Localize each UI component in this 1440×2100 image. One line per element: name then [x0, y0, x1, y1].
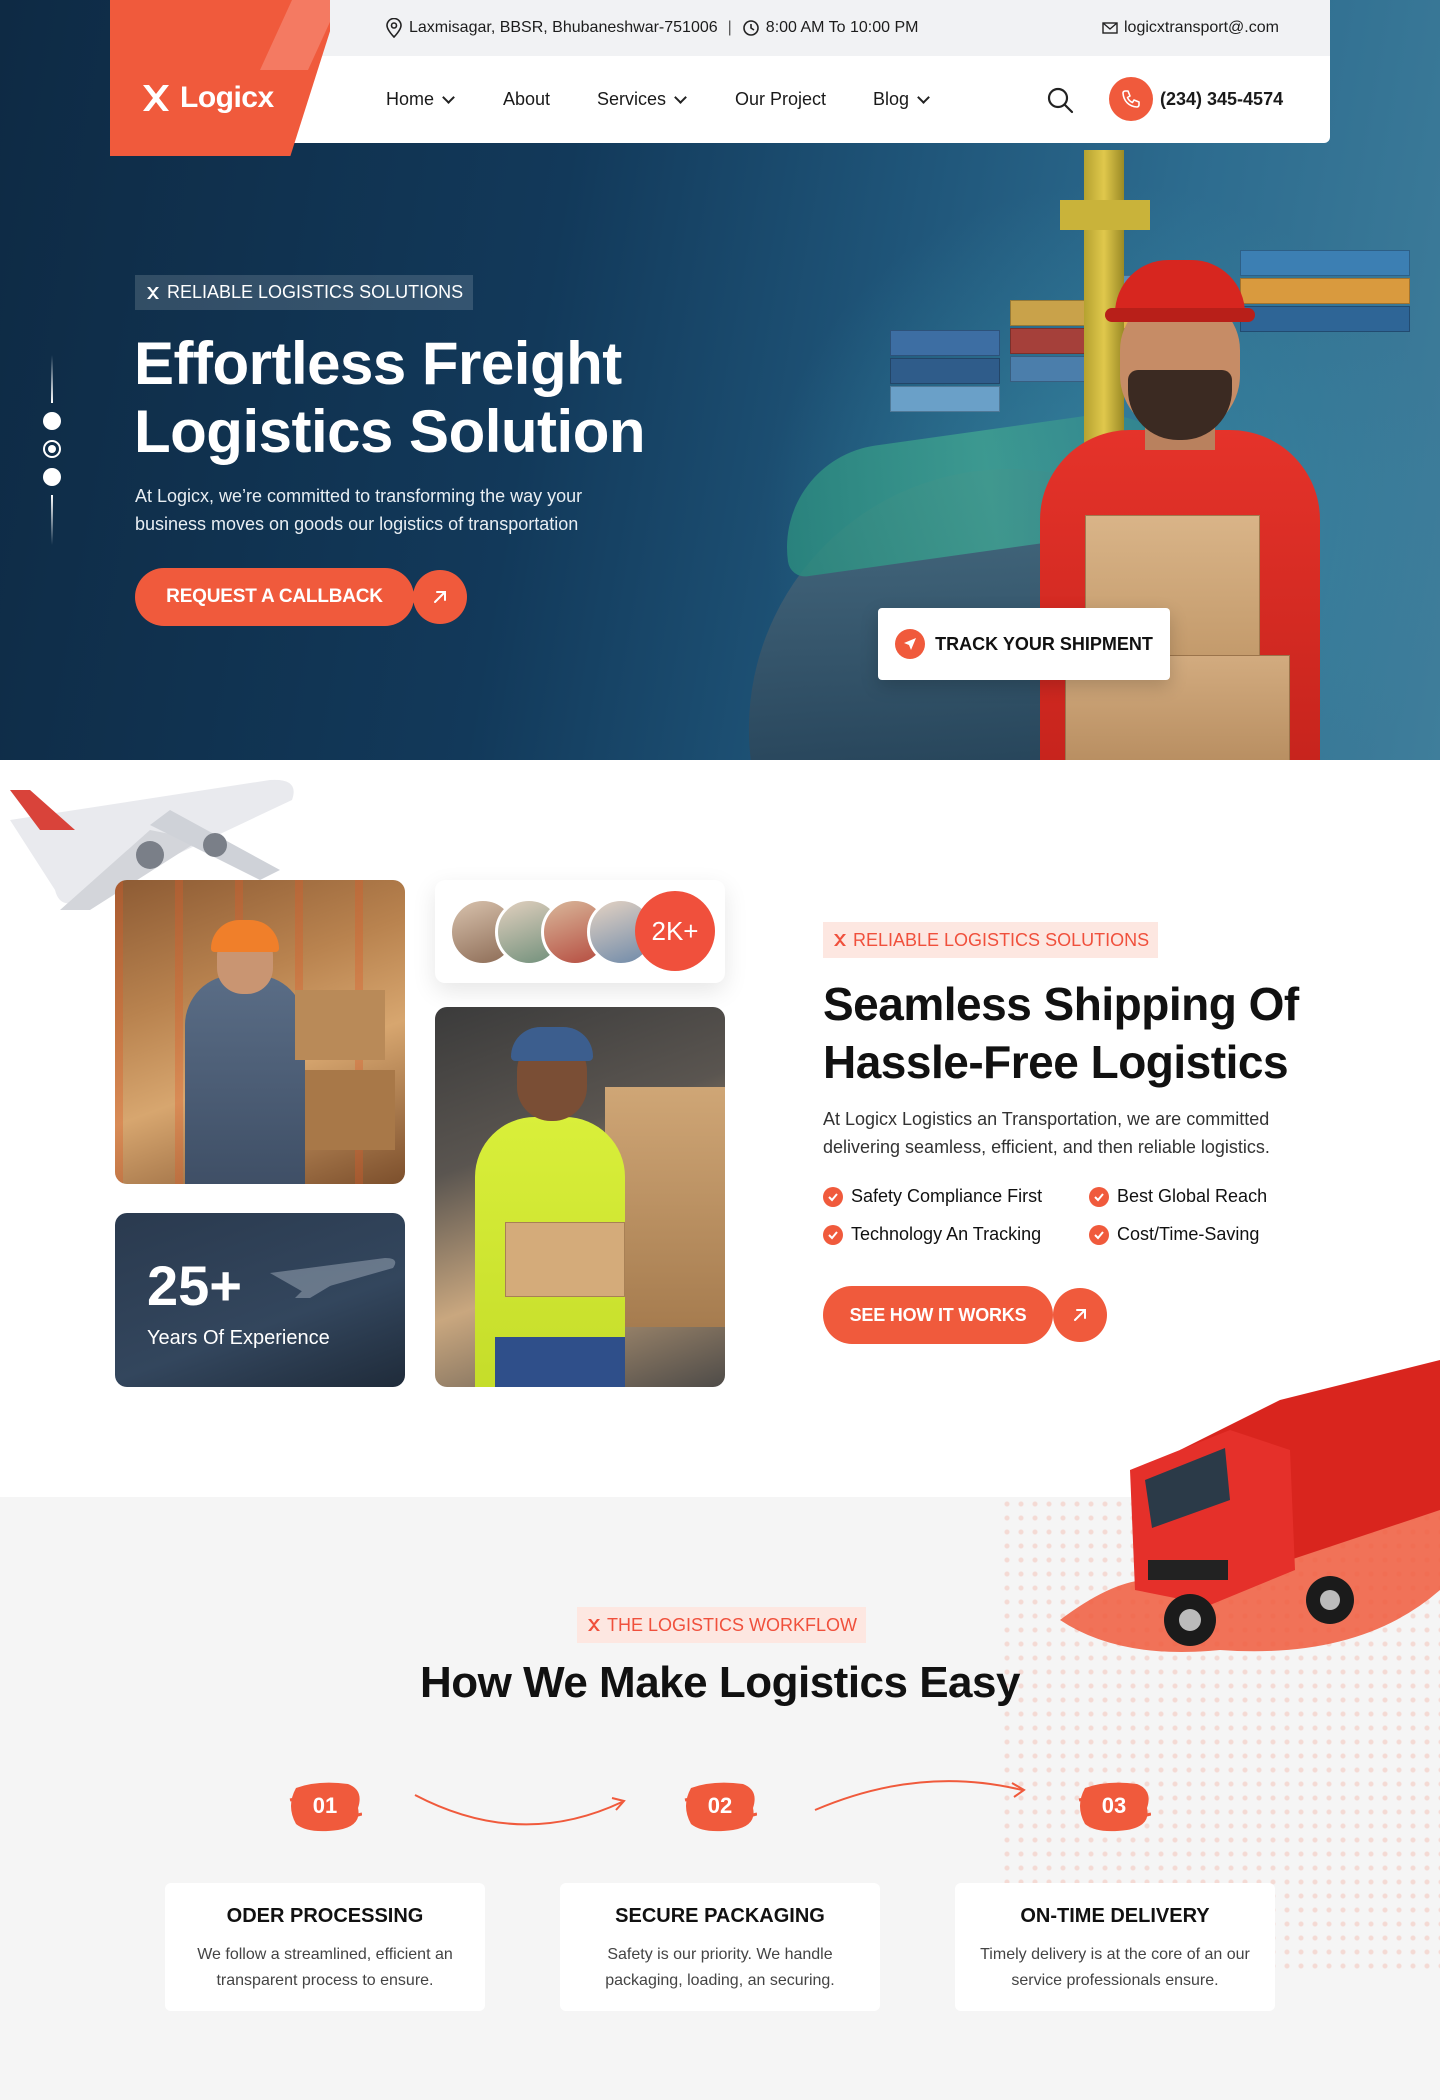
brand-logo[interactable]: Logicx	[140, 78, 274, 118]
nav-services-label: Services	[597, 89, 667, 109]
check-icon	[823, 1224, 843, 1245]
nav-home[interactable]: Home	[386, 56, 455, 143]
experience-label: Years Of Experience	[147, 1327, 330, 1349]
nav-our-project[interactable]: Our Project	[735, 56, 826, 143]
slider-pagination	[40, 355, 64, 545]
chevron-down-icon	[442, 90, 455, 104]
step-title: ODER PROCESSING	[226, 1905, 424, 1927]
track-shipment-button[interactable]: TRACK YOUR SHIPMENT	[878, 608, 1170, 680]
about-title-line-2: Hassle-Free Logistics	[823, 1036, 1289, 1088]
hours-text: 8:00 AM To 10:00 PM	[765, 19, 919, 36]
about-title: Seamless Shipping Of Hassle-Free Logisti…	[823, 975, 1343, 1091]
arrow-up-right-icon	[1070, 1305, 1090, 1325]
workflow-title: How We Make Logistics Easy	[420, 1658, 1020, 1707]
nav-home-label: Home	[386, 89, 435, 109]
workflow-tag-label: THE LOGISTICS WORKFLOW	[607, 1614, 858, 1635]
feature-item: Cost/Time-Saving	[1089, 1224, 1259, 1245]
location-pin-icon	[385, 18, 403, 38]
hero-title: Effortless Freight Logistics Solution	[134, 330, 754, 466]
hero-tag: RELIABLE LOGISTICS SOLUTIONS	[135, 275, 474, 310]
about-title-line-1: Seamless Shipping Of	[823, 978, 1299, 1030]
logo-mark-icon	[145, 285, 161, 301]
customers-count: 2K+	[635, 891, 715, 971]
hero-title-line-2: Logistics Solution	[134, 398, 646, 465]
slider-dot-3[interactable]	[43, 468, 61, 486]
clock-icon	[742, 19, 760, 37]
nav-blog[interactable]: Blog	[873, 56, 930, 143]
search-icon[interactable]	[1046, 86, 1074, 114]
step-number: 03	[1101, 1793, 1127, 1818]
step-description: Timely delivery is at the core of an our…	[980, 1946, 1250, 1989]
feature-label: Cost/Time-Saving	[1117, 1224, 1260, 1244]
see-how-it-works-button[interactable]: SEE HOW IT WORKS	[823, 1286, 1053, 1344]
step-description: We follow a streamlined, efficient an tr…	[197, 1946, 453, 1989]
hero-description: At Logicx, we’re committed to transformi…	[135, 486, 583, 534]
feature-item: Technology An Tracking	[823, 1224, 1041, 1245]
feature-label: Safety Compliance First	[851, 1186, 1043, 1206]
step-description: Safety is our priority. We handle packag…	[605, 1946, 835, 1989]
nav-blog-label: Blog	[873, 89, 910, 109]
logo-mark-icon	[140, 82, 172, 114]
check-icon	[1089, 1224, 1109, 1245]
customers-card: 2K+	[435, 880, 725, 983]
brand-name: Logicx	[180, 81, 274, 114]
email-info[interactable]: logicxtransport@.com	[1102, 0, 1279, 56]
about-tag-label: RELIABLE LOGISTICS SOLUTIONS	[853, 929, 1150, 950]
about-tag: RELIABLE LOGISTICS SOLUTIONS	[823, 922, 1159, 958]
slider-dot-2[interactable]	[43, 440, 61, 458]
track-shipment-label: TRACK YOUR SHIPMENT	[935, 633, 1153, 654]
arrow-up-right-icon	[430, 587, 450, 607]
warehouse-worker-image	[115, 880, 405, 1184]
feature-item: Safety Compliance First	[823, 1186, 1042, 1207]
nav-services[interactable]: Services	[597, 56, 687, 143]
request-callback-button[interactable]: REQUEST A CALLBACK	[135, 568, 414, 626]
truck-image	[1060, 1360, 1440, 1690]
ship-mast-top	[1060, 200, 1150, 230]
step-card: SECURE PACKAGING Safety is our priority.…	[560, 1883, 880, 2011]
check-icon	[823, 1186, 843, 1207]
feature-item: Best Global Reach	[1089, 1186, 1267, 1207]
navigation-arrow-icon	[895, 629, 926, 659]
workflow-tag: THE LOGISTICS WORKFLOW	[577, 1607, 867, 1643]
nav-our-project-label: Our Project	[735, 89, 827, 109]
hero-tag-label: RELIABLE LOGISTICS SOLUTIONS	[167, 282, 464, 302]
logo-mark-icon	[586, 1617, 602, 1633]
step-number-badge: 02	[683, 1778, 757, 1834]
hero-title-line-1: Effortless Freight	[134, 330, 622, 397]
slider-dot-1[interactable]	[43, 412, 61, 430]
nav-about-label: About	[503, 89, 551, 109]
chevron-down-icon	[917, 90, 930, 104]
mail-icon	[1102, 22, 1118, 34]
feature-label: Technology An Tracking	[851, 1224, 1042, 1244]
delivery-worker-image	[1020, 250, 1340, 760]
request-callback-label: REQUEST A CALLBACK	[166, 586, 383, 607]
check-icon	[1089, 1186, 1109, 1207]
courier-woman-image	[435, 1007, 725, 1387]
experience-card: 25+ Years Of Experience	[115, 1213, 405, 1387]
request-callback-arrow-button[interactable]	[413, 570, 467, 624]
address-text: Laxmisagar, BBSR, Bhubaneshwar-751006	[409, 19, 718, 36]
step-title: SECURE PACKAGING	[615, 1905, 825, 1927]
step-number: 02	[707, 1793, 733, 1818]
step-number-badge: 03	[1077, 1778, 1151, 1834]
chevron-down-icon	[674, 90, 687, 104]
phone-icon[interactable]	[1109, 77, 1153, 121]
email-text: logicxtransport@.com	[1124, 19, 1279, 36]
see-how-it-works-arrow-button[interactable]	[1053, 1288, 1107, 1342]
step-number-badge: 01	[288, 1778, 362, 1834]
nav-about[interactable]: About	[503, 56, 550, 143]
see-how-it-works-label: SEE HOW IT WORKS	[849, 1304, 1027, 1325]
step-card: ON-TIME DELIVERY Timely delivery is at t…	[955, 1883, 1275, 2011]
step-card: ODER PROCESSING We follow a streamlined,…	[165, 1883, 485, 2011]
logo-mark-icon	[832, 932, 848, 948]
step-number: 01	[312, 1793, 338, 1818]
address-info: Laxmisagar, BBSR, Bhubaneshwar-751006 | …	[385, 0, 918, 56]
feature-label: Best Global Reach	[1117, 1186, 1268, 1206]
step-title: ON-TIME DELIVERY	[1020, 1905, 1210, 1927]
phone-number[interactable]: (234) 345-4574	[1160, 56, 1283, 143]
about-description: At Logicx Logistics an Transportation, w…	[823, 1109, 1270, 1157]
experience-value: 25+	[147, 1254, 242, 1317]
